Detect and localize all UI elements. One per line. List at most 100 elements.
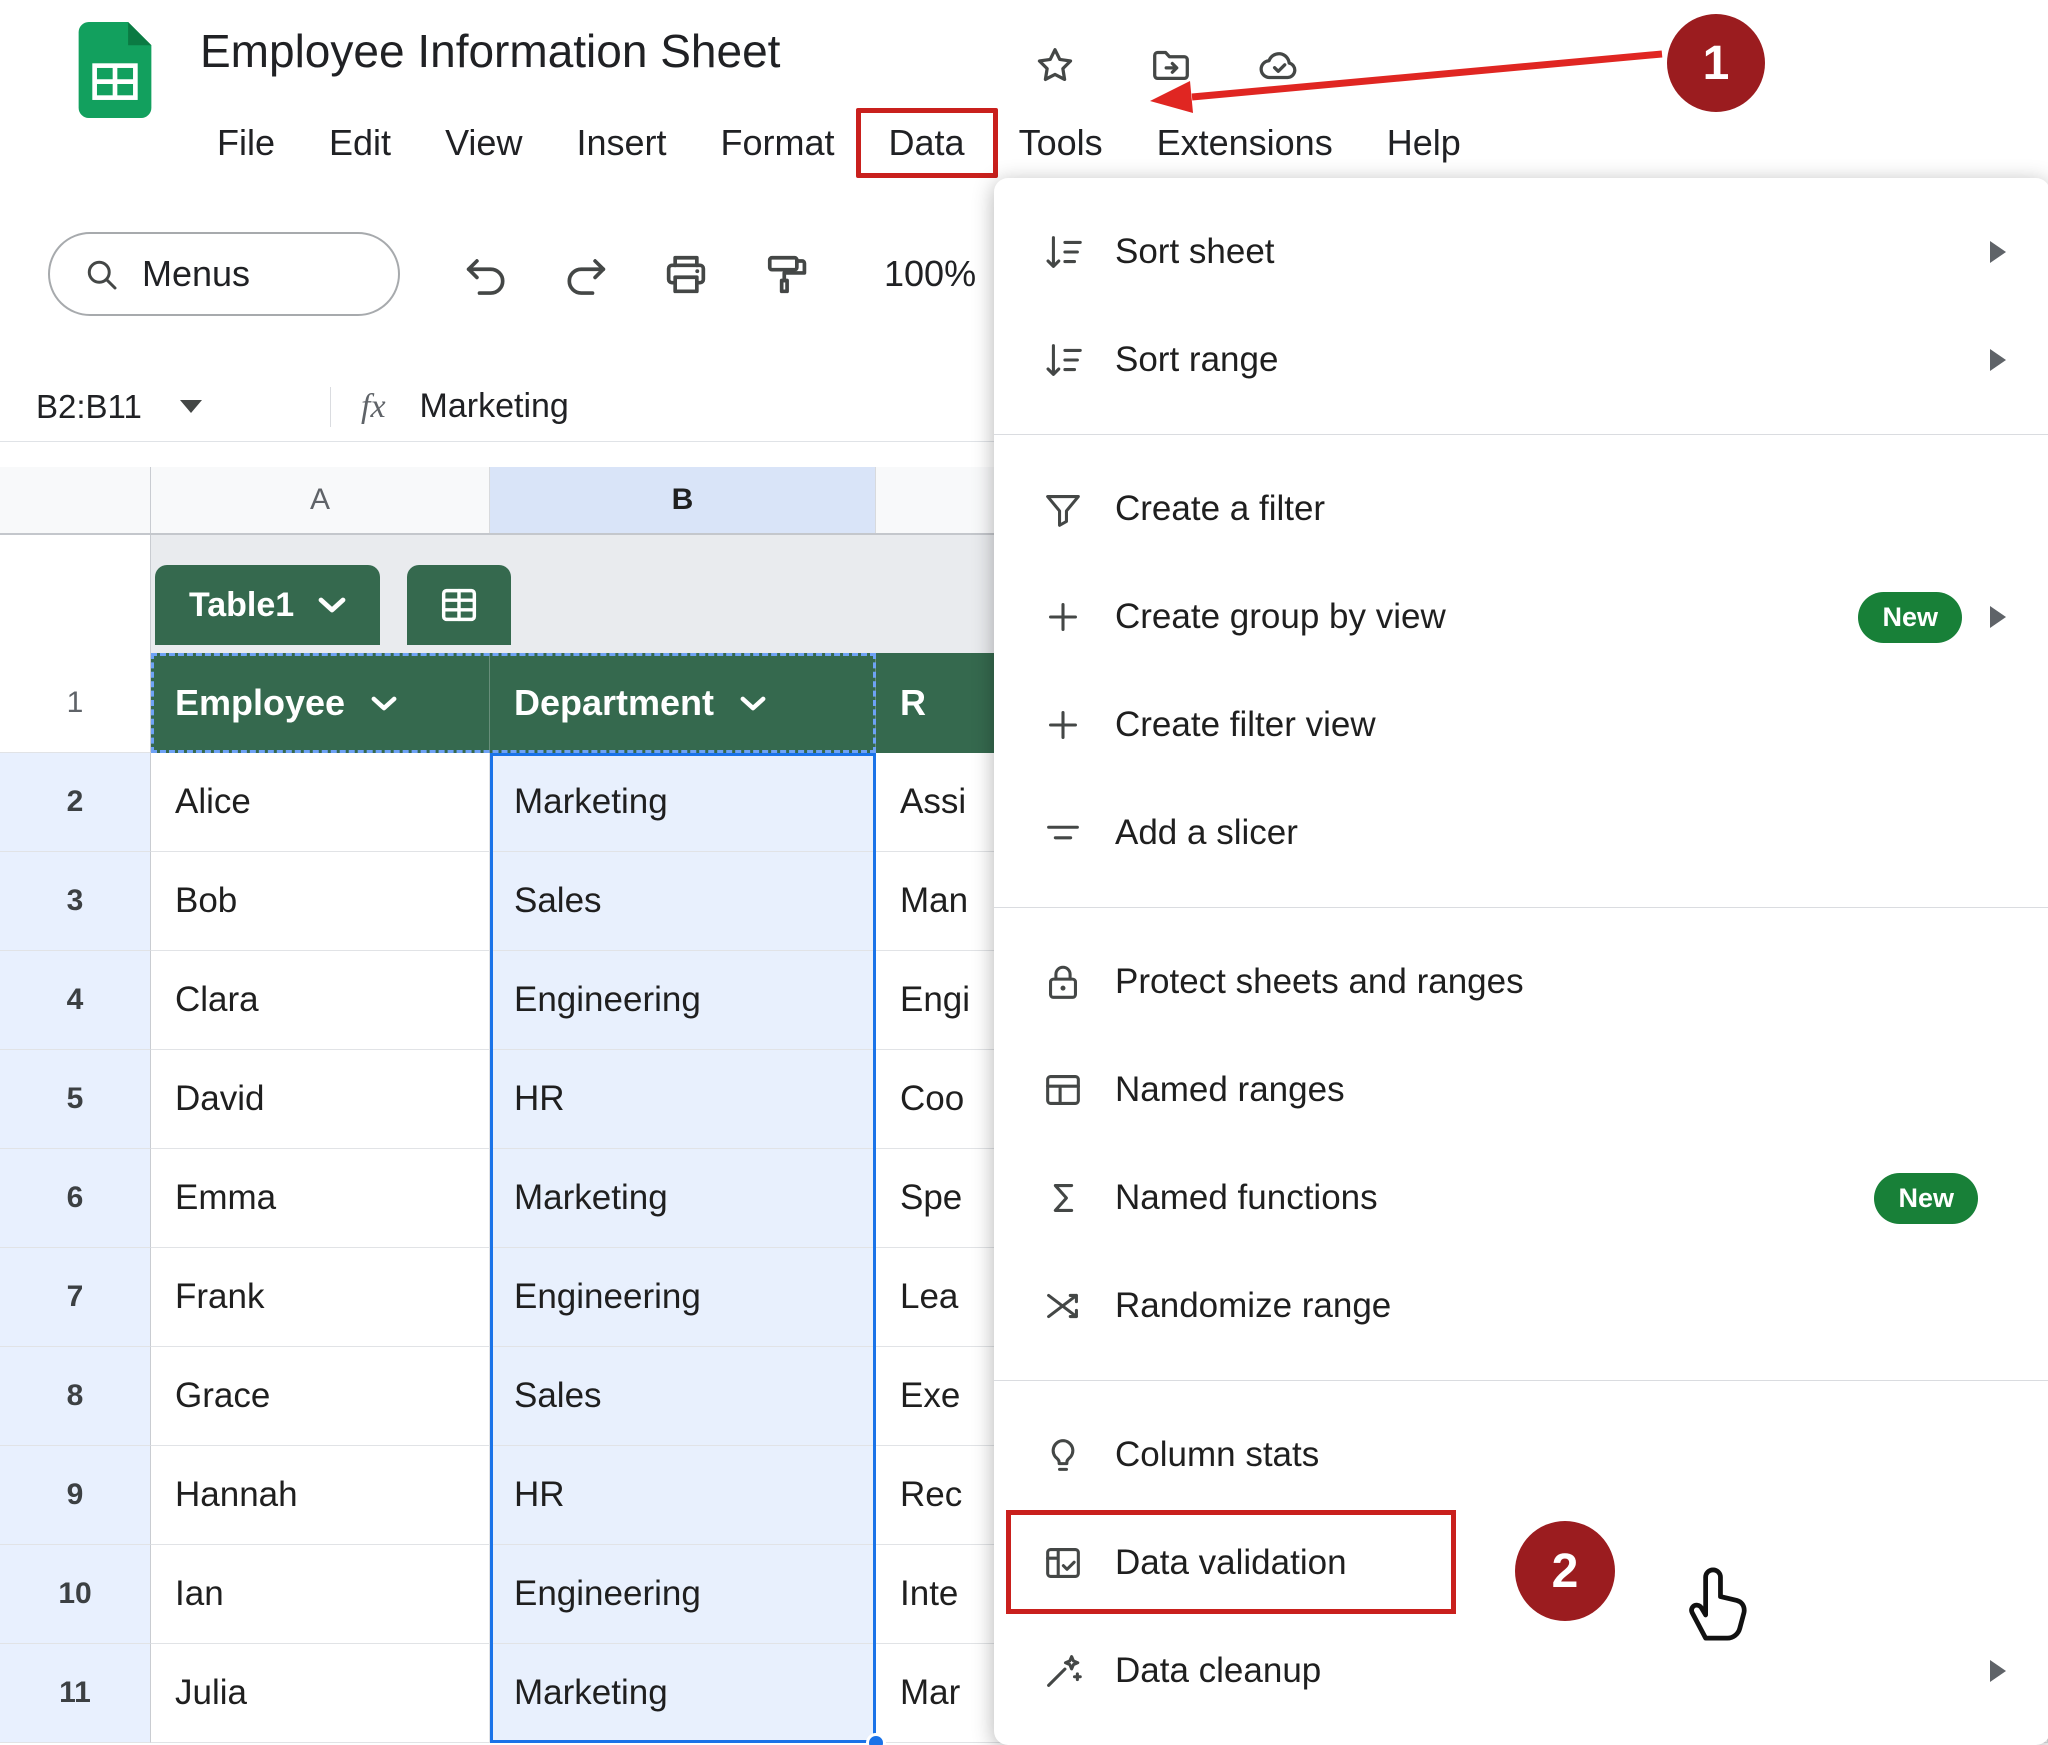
- submenu-arrow-icon: [1990, 606, 2006, 628]
- undo-button[interactable]: [460, 248, 512, 300]
- menubar-item-view[interactable]: View: [418, 116, 549, 170]
- menu-item-add-a-slicer[interactable]: Add a slicer: [994, 779, 2048, 887]
- menubar-item-data[interactable]: Data: [862, 116, 992, 170]
- row-header-7[interactable]: 7: [0, 1248, 151, 1347]
- menu-item-column-stats[interactable]: Column stats: [994, 1401, 2048, 1509]
- data-menu-panel: Sort sheetSort range Create a filter Creat…: [994, 178, 2048, 1745]
- table-cell[interactable]: Emma: [151, 1149, 490, 1248]
- table-header-cell-employee[interactable]: Employee: [151, 653, 490, 753]
- table-header-cell-department[interactable]: Department: [490, 653, 876, 753]
- menu-item-create-group-by-view[interactable]: Create group by viewNew: [994, 563, 2048, 671]
- menu-item-label: Named ranges: [1115, 1070, 2006, 1110]
- menu-item-label: Randomize range: [1115, 1286, 2006, 1326]
- data-cleanup-icon: [1040, 1648, 1086, 1694]
- menu-item-data-validation[interactable]: Data validation2: [994, 1509, 2048, 1617]
- menubar-item-format[interactable]: Format: [694, 116, 862, 170]
- menu-section: Protect sheets and ranges Named ranges Nam…: [994, 908, 2048, 1380]
- annotation-step-2-badge: 2: [1515, 1521, 1615, 1621]
- table-cell[interactable]: HR: [490, 1446, 876, 1545]
- column-header-b[interactable]: B: [490, 467, 876, 533]
- table-cell[interactable]: David: [151, 1050, 490, 1149]
- named-ranges-icon: [1040, 1067, 1086, 1113]
- zoom-control[interactable]: 100%: [884, 253, 976, 295]
- row-header-5[interactable]: 5: [0, 1050, 151, 1149]
- grid-corner[interactable]: [0, 467, 151, 533]
- row-header-10[interactable]: 10: [0, 1545, 151, 1644]
- menus-search-pill[interactable]: Menus: [48, 232, 400, 316]
- menu-item-protect-sheets-and-ranges[interactable]: Protect sheets and ranges: [994, 928, 2048, 1036]
- menubar-item-insert[interactable]: Insert: [549, 116, 693, 170]
- lightbulb-icon: [1040, 1432, 1086, 1478]
- table-cell[interactable]: Engineering: [490, 1248, 876, 1347]
- sort-icon: [1040, 229, 1086, 275]
- menu-item-named-ranges[interactable]: Named ranges: [994, 1036, 2048, 1144]
- menu-item-label: Create filter view: [1115, 705, 2006, 745]
- submenu-arrow-icon: [1990, 241, 2006, 263]
- table-cell[interactable]: Marketing: [490, 1644, 876, 1743]
- row-header-1[interactable]: 1: [0, 653, 151, 753]
- table-cell[interactable]: Bob: [151, 852, 490, 951]
- row-header-3[interactable]: 3: [0, 852, 151, 951]
- name-box-range: B2:B11: [36, 388, 142, 426]
- row-header-9[interactable]: 9: [0, 1446, 151, 1545]
- menu-item-label: Add a slicer: [1115, 813, 2006, 853]
- menubar-item-tools[interactable]: Tools: [992, 116, 1130, 170]
- table-cell[interactable]: Sales: [490, 1347, 876, 1446]
- star-icon[interactable]: [1032, 42, 1078, 88]
- row-header-8[interactable]: 8: [0, 1347, 151, 1446]
- menu-item-named-functions[interactable]: Named functionsNew: [994, 1144, 2048, 1252]
- column-header-a[interactable]: A: [151, 467, 490, 533]
- table-cell[interactable]: Marketing: [490, 753, 876, 852]
- table-cell[interactable]: Frank: [151, 1248, 490, 1347]
- menubar-item-file[interactable]: File: [190, 116, 302, 170]
- menubar-item-help[interactable]: Help: [1360, 116, 1488, 170]
- move-to-folder-icon[interactable]: [1148, 42, 1194, 88]
- table-name-chip[interactable]: Table1: [155, 565, 380, 645]
- menu-item-data-cleanup[interactable]: Data cleanup: [994, 1617, 2048, 1725]
- menubar-item-label: Extensions: [1157, 122, 1333, 163]
- table-cell[interactable]: Sales: [490, 852, 876, 951]
- cloud-saved-icon: [1256, 42, 1302, 88]
- table-cell[interactable]: Julia: [151, 1644, 490, 1743]
- document-title[interactable]: Employee Information Sheet: [200, 24, 780, 78]
- menu-item-label: Create group by view: [1115, 597, 1858, 637]
- chevron-down-icon[interactable]: [371, 696, 397, 711]
- chevron-down-icon[interactable]: [740, 696, 766, 711]
- menubar-item-extensions[interactable]: Extensions: [1130, 116, 1360, 170]
- table-menu-chip[interactable]: [407, 565, 511, 645]
- redo-button[interactable]: [560, 248, 612, 300]
- menu-item-randomize-range[interactable]: Randomize range: [994, 1252, 2048, 1360]
- search-icon: [80, 253, 122, 295]
- table-cell[interactable]: Clara: [151, 951, 490, 1050]
- table-cell[interactable]: Engineering: [490, 1545, 876, 1644]
- row-header-4[interactable]: 4: [0, 951, 151, 1050]
- row-header-2[interactable]: 2: [0, 753, 151, 852]
- menu-item-sort-range[interactable]: Sort range: [994, 306, 2048, 414]
- menu-item-create-a-filter[interactable]: Create a filter: [994, 455, 2048, 563]
- sigma-icon: [1040, 1175, 1086, 1221]
- menu-item-create-filter-view[interactable]: Create filter view: [994, 671, 2048, 779]
- menubar-item-edit[interactable]: Edit: [302, 116, 418, 170]
- name-box-caret-icon[interactable]: [180, 400, 202, 413]
- table-cell[interactable]: Alice: [151, 753, 490, 852]
- name-box[interactable]: B2:B11: [0, 388, 330, 426]
- menubar-item-label: Edit: [329, 122, 391, 163]
- header-label: R: [900, 682, 926, 724]
- table-cell[interactable]: Marketing: [490, 1149, 876, 1248]
- table-cell[interactable]: Hannah: [151, 1446, 490, 1545]
- row-header-11[interactable]: 11: [0, 1644, 151, 1743]
- paint-format-button[interactable]: [760, 248, 812, 300]
- google-sheets-app: Employee Information Sheet FileEditViewI…: [0, 0, 2048, 1745]
- menu-item-sort-sheet[interactable]: Sort sheet: [994, 198, 2048, 306]
- header-label: Employee: [175, 682, 345, 724]
- table-cell[interactable]: Grace: [151, 1347, 490, 1446]
- data-validation-icon: [1040, 1540, 1086, 1586]
- print-button[interactable]: [660, 248, 712, 300]
- table-cell[interactable]: Ian: [151, 1545, 490, 1644]
- row-header-6[interactable]: 6: [0, 1149, 151, 1248]
- table-cell[interactable]: Engineering: [490, 951, 876, 1050]
- menu-item-label: Create a filter: [1115, 489, 2006, 529]
- table-cell[interactable]: HR: [490, 1050, 876, 1149]
- formula-input[interactable]: Marketing: [420, 387, 569, 426]
- menubar-item-label: Data: [889, 122, 965, 163]
